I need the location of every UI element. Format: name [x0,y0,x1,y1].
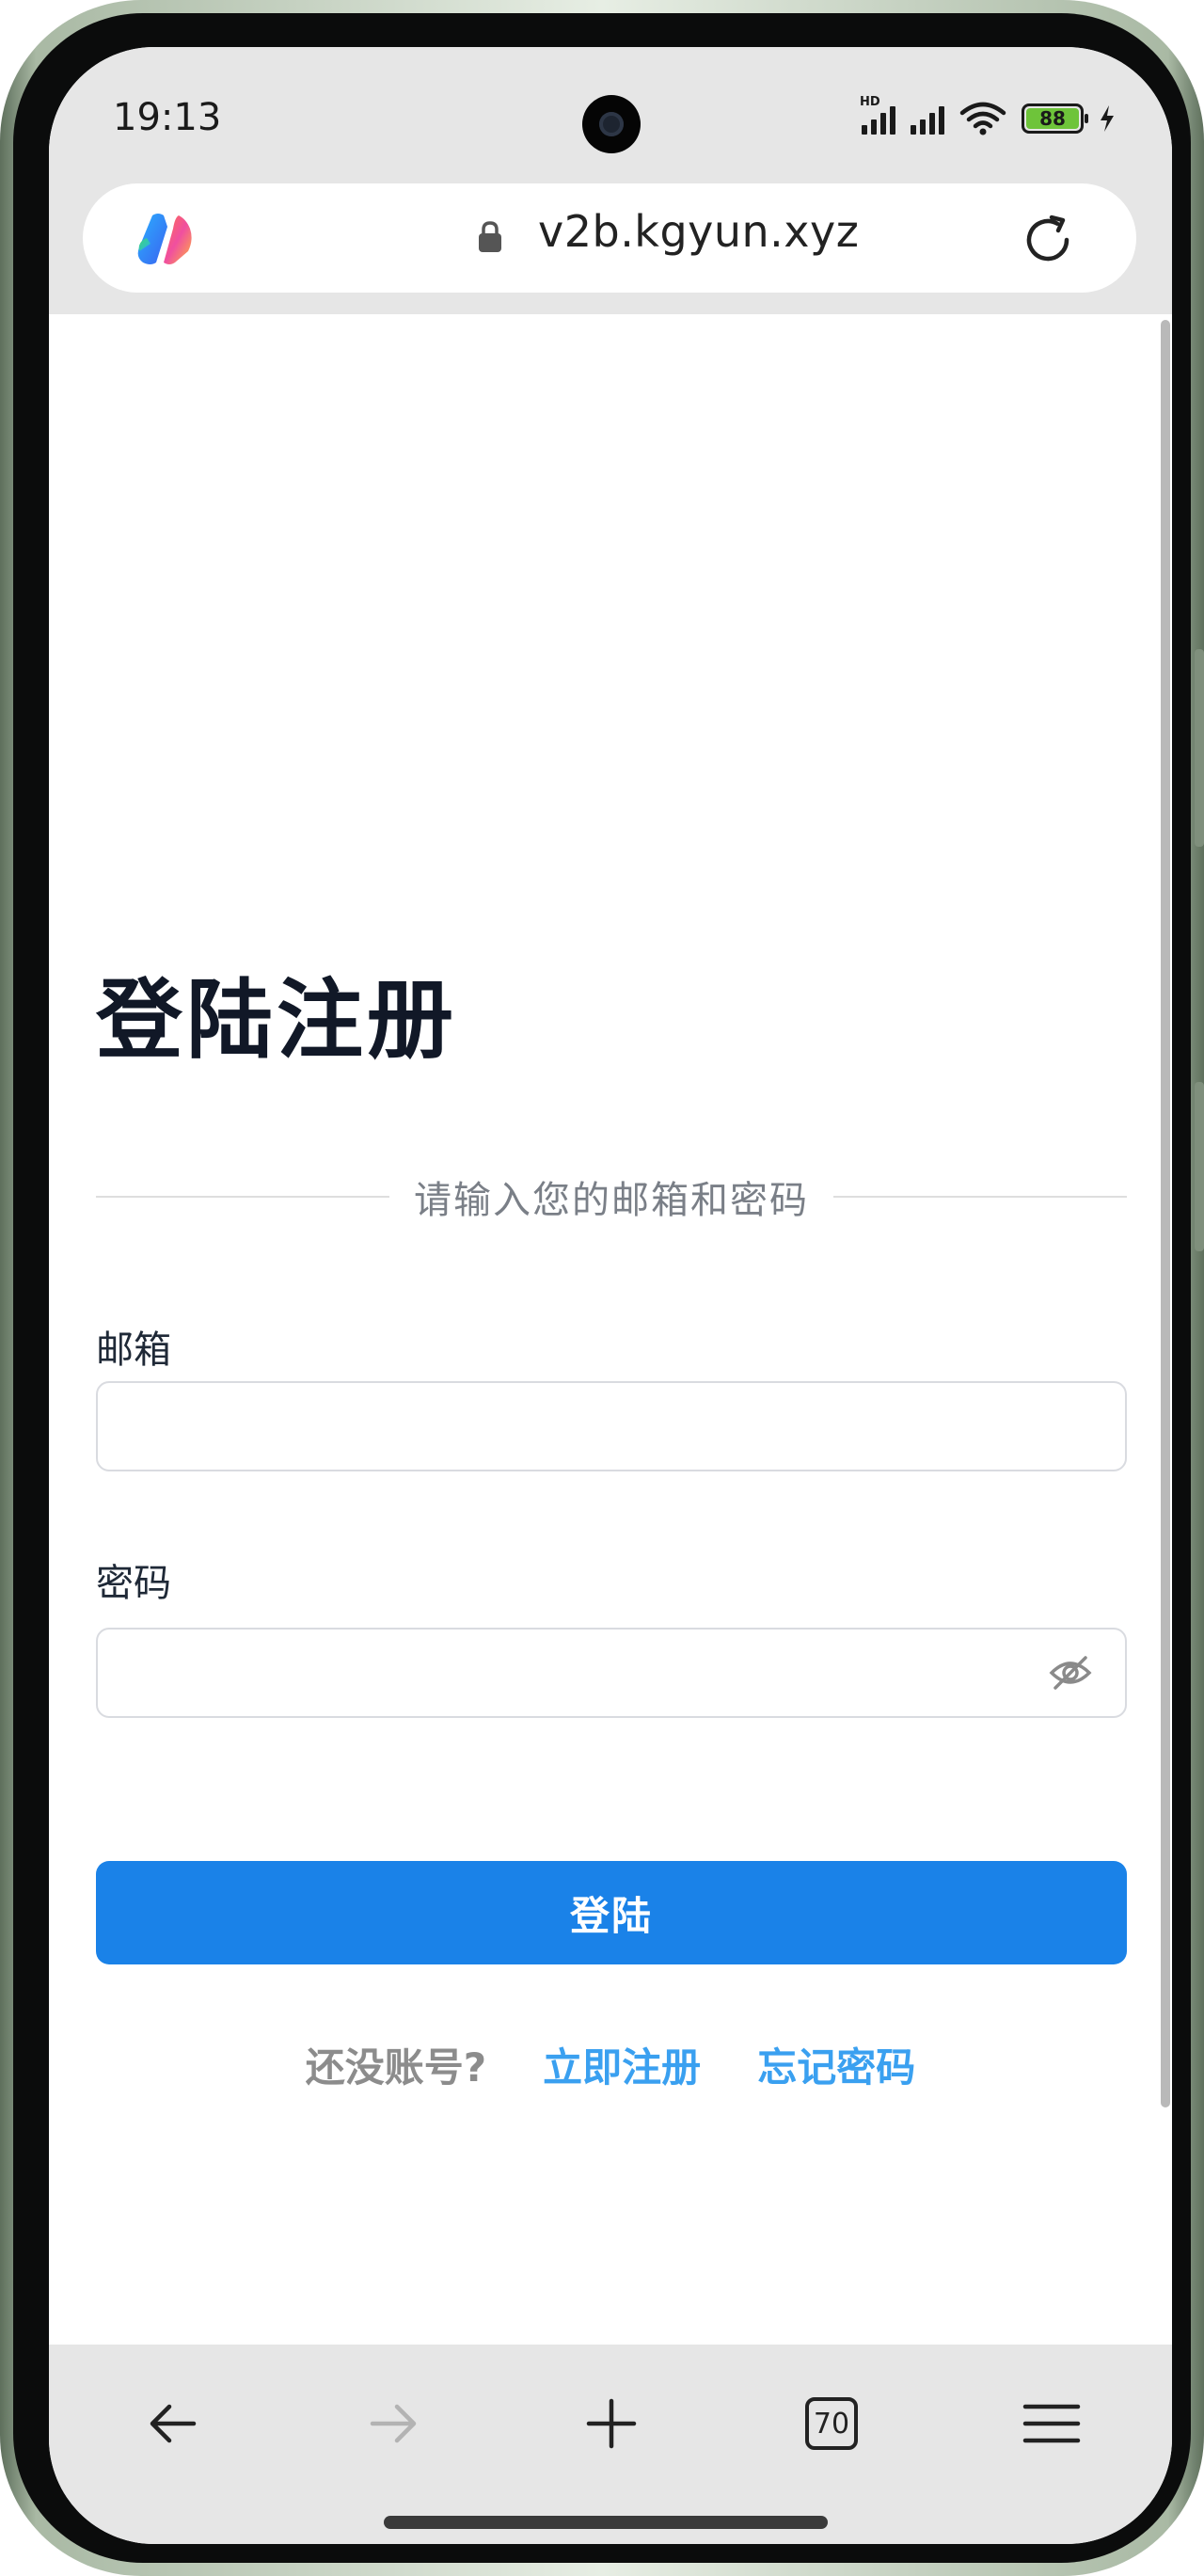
charging-bolt-icon [1101,105,1114,132]
signal-icon [911,103,944,135]
register-link[interactable]: 立即注册 [543,2036,701,2093]
status-time: 19:13 [113,96,222,139]
back-arrow-icon[interactable] [143,2393,203,2454]
email-label: 邮箱 [96,1328,171,1372]
status-icons: HD 88 [860,95,1116,139]
battery-level: 88 [1026,107,1079,130]
screen: 19:13 HD 88 v2b.kgyun.xyz 登陆注册 请输入您的邮箱和密… [49,47,1172,2544]
lock-icon [479,221,501,252]
divider-line-left [96,1196,389,1198]
url-text[interactable]: v2b.kgyun.xyz [538,206,859,257]
eye-off-icon[interactable] [1048,1652,1093,1693]
browser-top-area: 19:13 HD 88 v2b.kgyun.xyz [49,47,1172,314]
battery-icon: 88 [1022,103,1088,134]
forward-arrow-icon[interactable] [363,2393,423,2454]
subtitle-divider: 请输入您的邮箱和密码 [96,1172,1127,1222]
home-indicator[interactable] [384,2516,828,2529]
password-label: 密码 [96,1562,171,1605]
volume-button [1195,649,1204,847]
plus-icon[interactable] [581,2393,642,2454]
signal-icon: HD [860,95,895,135]
menu-icon[interactable] [1022,2393,1082,2454]
reload-icon[interactable] [1020,212,1076,268]
wifi-icon [959,102,1006,135]
page-title: 登陆注册 [96,970,458,1071]
page-scrollbar[interactable] [1161,320,1170,2107]
password-input[interactable] [96,1628,1127,1718]
copilot-logo-icon[interactable] [132,210,199,268]
address-bar[interactable]: v2b.kgyun.xyz [83,183,1136,293]
no-account-text: 还没账号? [305,2044,487,2091]
forgot-password-link[interactable]: 忘记密码 [757,2036,915,2093]
phone-bezel: 19:13 HD 88 v2b.kgyun.xyz 登陆注册 请输入您的邮箱和密… [13,13,1191,2563]
login-button[interactable]: 登陆 [96,1861,1127,1964]
tab-count[interactable]: 70 [801,2393,862,2454]
browser-bottom-nav: 70 [49,2345,1172,2544]
divider-line-right [833,1196,1127,1198]
login-subtitle: 请输入您的邮箱和密码 [414,1179,809,1222]
power-button [1195,1082,1204,1251]
network-tag: HD [860,95,880,109]
auth-links: 还没账号? 立即注册 忘记密码 [49,2036,1172,2093]
email-input[interactable] [96,1381,1127,1471]
front-camera [582,95,641,153]
